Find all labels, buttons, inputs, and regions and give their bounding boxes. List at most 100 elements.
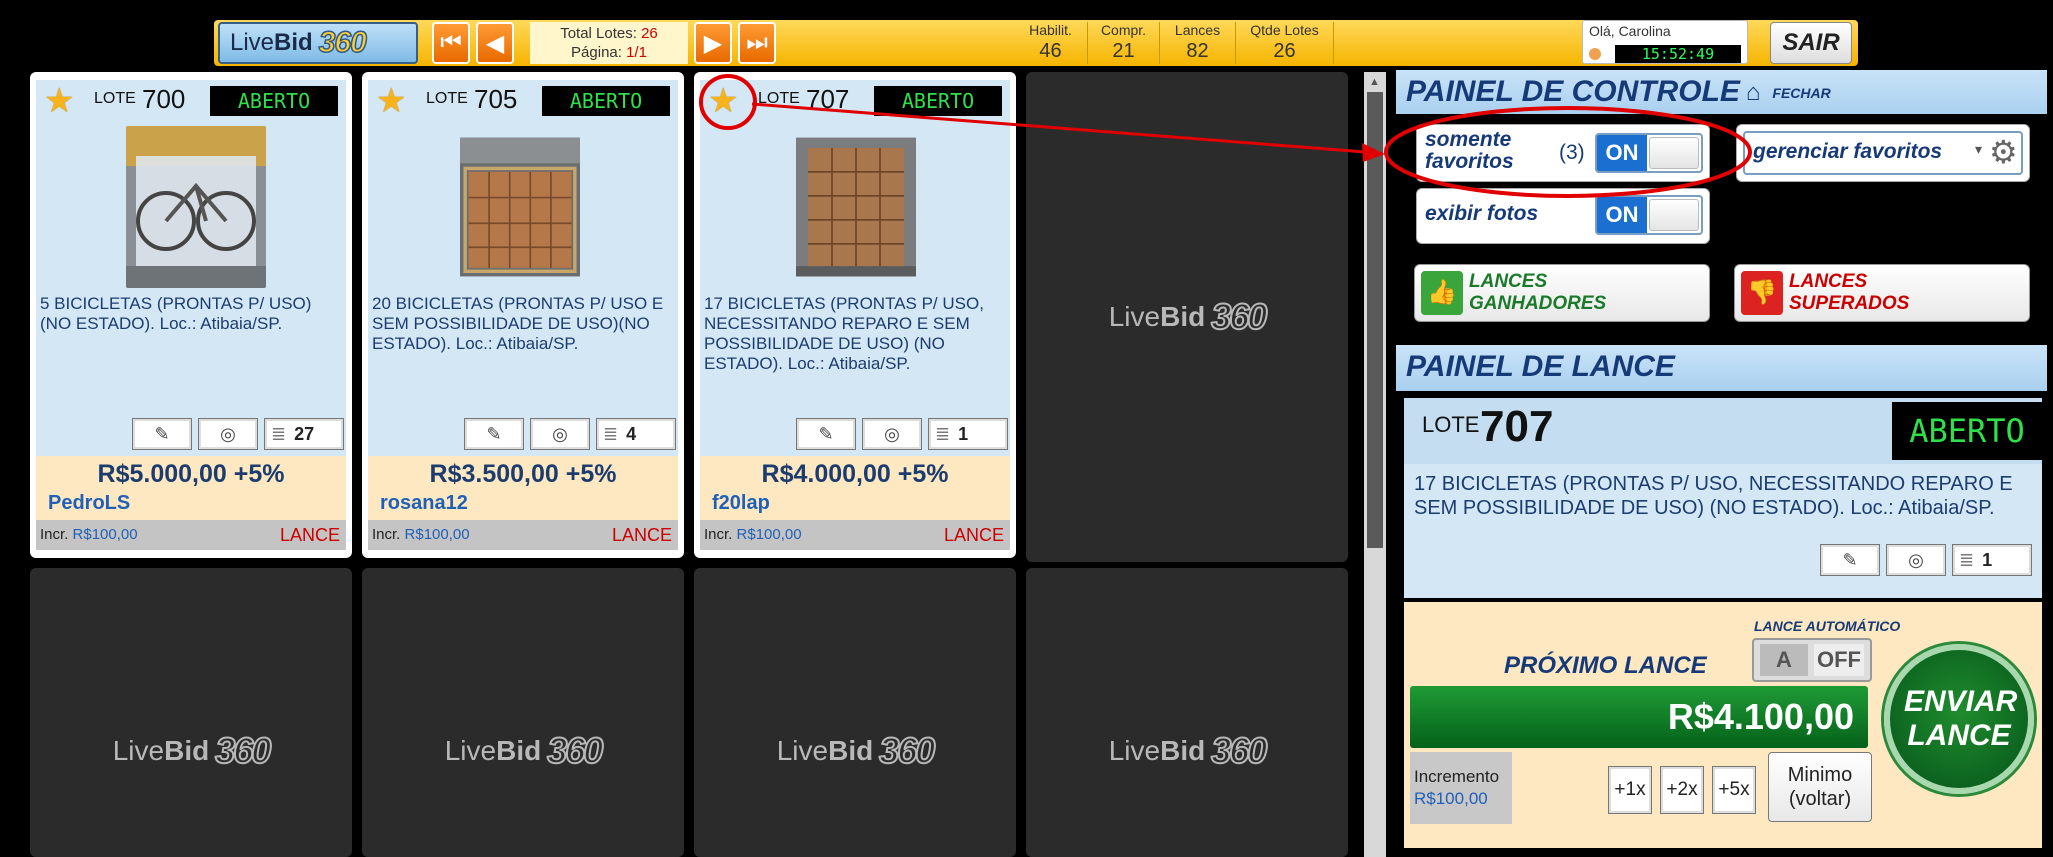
stat-value: 46 — [1039, 40, 1062, 62]
add-note-button[interactable]: ✎ — [1820, 544, 1880, 576]
exibir-fotos-toggle[interactable]: ON — [1595, 195, 1703, 235]
stat-habilitados: Habilit. 46 — [1014, 22, 1088, 64]
lance-link[interactable]: LANCE — [280, 520, 340, 550]
current-bidder: PedroLS — [48, 492, 131, 514]
lote-number: 700 — [142, 84, 186, 114]
add-note-button[interactable]: ✎ — [132, 418, 192, 450]
note-edit-icon: ✎ — [486, 423, 502, 444]
photo-count-value: 4 — [626, 423, 637, 444]
lots-scrollbar[interactable]: ▲ — [1364, 72, 1386, 857]
status-badge: ABERTO — [542, 86, 670, 116]
lot-card-707[interactable]: ★ LOTE 707 ABERTO 17 BICICLETAS (PRONTAS… — [694, 72, 1016, 558]
empty-lot-slot: LiveBid 360 — [362, 568, 684, 857]
scrollbar-thumb[interactable] — [1367, 92, 1383, 548]
skip-last-icon: ⏭ — [746, 29, 768, 56]
total-lotes-label: Total Lotes: — [560, 25, 637, 42]
livebid-app: LiveBid 360 ⏮ ◀ Total Lotes: 26 Página: … — [0, 0, 2053, 857]
somente-favoritos-toggle[interactable]: ON — [1595, 133, 1703, 173]
somente-favoritos-control: somente favoritos (3) ON — [1416, 124, 1710, 182]
livebid-watermark: LiveBid 360 — [112, 729, 273, 772]
lance-link[interactable]: LANCE — [612, 520, 672, 550]
clock: 15:52:49 — [1615, 45, 1741, 63]
skip-first-icon: ⏮ — [440, 29, 462, 56]
next-icon: ▶ — [703, 29, 723, 57]
livebid-watermark: LiveBid 360 — [445, 729, 605, 772]
add-photo-button[interactable]: ◎ — [198, 418, 258, 450]
incr-value: R$100,00 — [72, 526, 138, 543]
minimo-label: Minimo — [1787, 764, 1853, 786]
stat-value: 82 — [1186, 40, 1209, 62]
lot-card-header: ★ LOTE 700 ABERTO — [36, 80, 346, 120]
lance-link[interactable]: LANCE — [944, 520, 1004, 550]
lot-tools: ✎ ◎ ≣ 1 — [796, 418, 1008, 450]
voltar-label: (voltar) — [1788, 788, 1852, 810]
scroll-up-icon[interactable]: ▲ — [1369, 76, 1380, 88]
next-bid-value: R$4.100,00 — [1410, 686, 1868, 748]
lot-card-705[interactable]: ★ LOTE 705 ABERTO 20 BICICLETAS (PRONTAS… — [362, 72, 684, 558]
lot-card-700[interactable]: ★ LOTE 700 ABERTO 5 BICICLETAS (PRONTAS … — [30, 72, 352, 558]
last-page-button[interactable]: ⏭ — [738, 22, 776, 64]
wm-bid: Bid — [1160, 301, 1206, 332]
bid-form: LANCE AUTOMÁTICO A OFF PRÓXIMO LANCE R$4… — [1404, 602, 2042, 857]
collapse-chevron-icon[interactable]: ⌂ — [1746, 71, 1761, 115]
gerenciar-favoritos-select[interactable]: gerenciar favoritos ▾ ⚙ — [1736, 124, 2030, 182]
mult-5x-button[interactable]: +5x — [1712, 766, 1756, 814]
stat-compradores: Compr. 21 — [1088, 22, 1160, 64]
lot-description: 5 BICICLETAS (PRONTAS P/ USO)(NO ESTADO)… — [40, 294, 312, 333]
mult-2x-button[interactable]: +2x — [1660, 766, 1704, 814]
favorite-star-icon[interactable]: ★ — [708, 84, 738, 118]
count-icon: ≣ — [935, 423, 951, 444]
somente-favoritos-label: somente favoritos — [1425, 128, 1514, 173]
lot-description: 20 BICICLETAS (PRONTAS P/ USO E SEM POSS… — [372, 294, 664, 353]
auto-off-label: OFF — [1814, 644, 1864, 676]
prev-page-button[interactable]: ◀ — [476, 22, 514, 64]
next-page-button[interactable]: ▶ — [694, 22, 732, 64]
minimo-voltar-button[interactable]: Minimo (voltar) — [1768, 752, 1872, 822]
wm-live: Live — [112, 734, 165, 766]
auto-a-label: A — [1760, 644, 1808, 676]
add-photo-button[interactable]: ◎ — [862, 418, 922, 450]
lances-superados-button[interactable]: 👎 LANCES SUPERADOS — [1734, 264, 2030, 322]
greeting: Olá, Carolina — [1589, 23, 1671, 39]
stat-value: 26 — [1273, 40, 1296, 62]
lance-automatico-toggle[interactable]: A OFF — [1752, 638, 1872, 682]
photo-count[interactable]: ≣ 27 — [264, 418, 344, 450]
photo-count[interactable]: ≣ 1 — [928, 418, 1008, 450]
add-note-button[interactable]: ✎ — [796, 418, 856, 450]
logout-button[interactable]: SAIR — [1770, 22, 1852, 64]
add-photo-button[interactable]: ◎ — [530, 418, 590, 450]
wm-360: 360 — [546, 729, 604, 772]
incremento-label: Incremento — [1414, 767, 1500, 786]
lot-card-header: ★ LOTE 707 ABERTO — [700, 80, 1010, 120]
favorite-star-icon[interactable]: ★ — [44, 84, 74, 118]
first-page-button[interactable]: ⏮ — [432, 22, 470, 64]
favorite-star-icon[interactable]: ★ — [376, 84, 406, 118]
wm-bid: Bid — [828, 734, 874, 766]
lote-number: 707 — [1480, 402, 1554, 451]
lot-photo[interactable] — [460, 126, 580, 288]
mult-1x-button[interactable]: +1x — [1608, 766, 1652, 814]
wm-bid: Bid — [496, 734, 542, 766]
status-badge: ABERTO — [210, 86, 338, 116]
lot-photo[interactable] — [126, 126, 266, 288]
livebid-watermark: LiveBid 360 — [777, 729, 937, 772]
toggle-knob — [1649, 137, 1699, 169]
control-panel-title: PAINEL DE CONTROLE ⌂ FECHAR — [1396, 70, 2047, 114]
add-photo-button[interactable]: ◎ — [1886, 544, 1946, 576]
photo-count[interactable]: ≣ 1 — [1952, 544, 2032, 576]
lot-photo[interactable] — [796, 126, 916, 288]
count-icon: ≣ — [603, 423, 619, 444]
current-price: R$3.500,00 +5% — [429, 460, 617, 488]
lances-ganhadores-button[interactable]: 👍 LANCES GANHADORES — [1414, 264, 1710, 322]
close-panel-link[interactable]: FECHAR — [1772, 85, 1830, 101]
pagina-value: 1/1 — [626, 44, 647, 61]
photo-count[interactable]: ≣ 4 — [596, 418, 676, 450]
stat-label: Compr. — [1100, 22, 1147, 38]
current-price: R$4.000,00 +5% — [761, 460, 949, 488]
enviar-lance-button[interactable]: ENVIAR LANCE — [1884, 644, 2034, 794]
enviar-lance-label: ENVIAR LANCE — [1904, 685, 2018, 752]
lot-description: 17 BICICLETAS (PRONTAS P/ USO, NECESSITA… — [1414, 473, 2013, 519]
prev-icon: ◀ — [485, 29, 505, 57]
lote-label: LOTE — [94, 90, 136, 107]
add-note-button[interactable]: ✎ — [464, 418, 524, 450]
